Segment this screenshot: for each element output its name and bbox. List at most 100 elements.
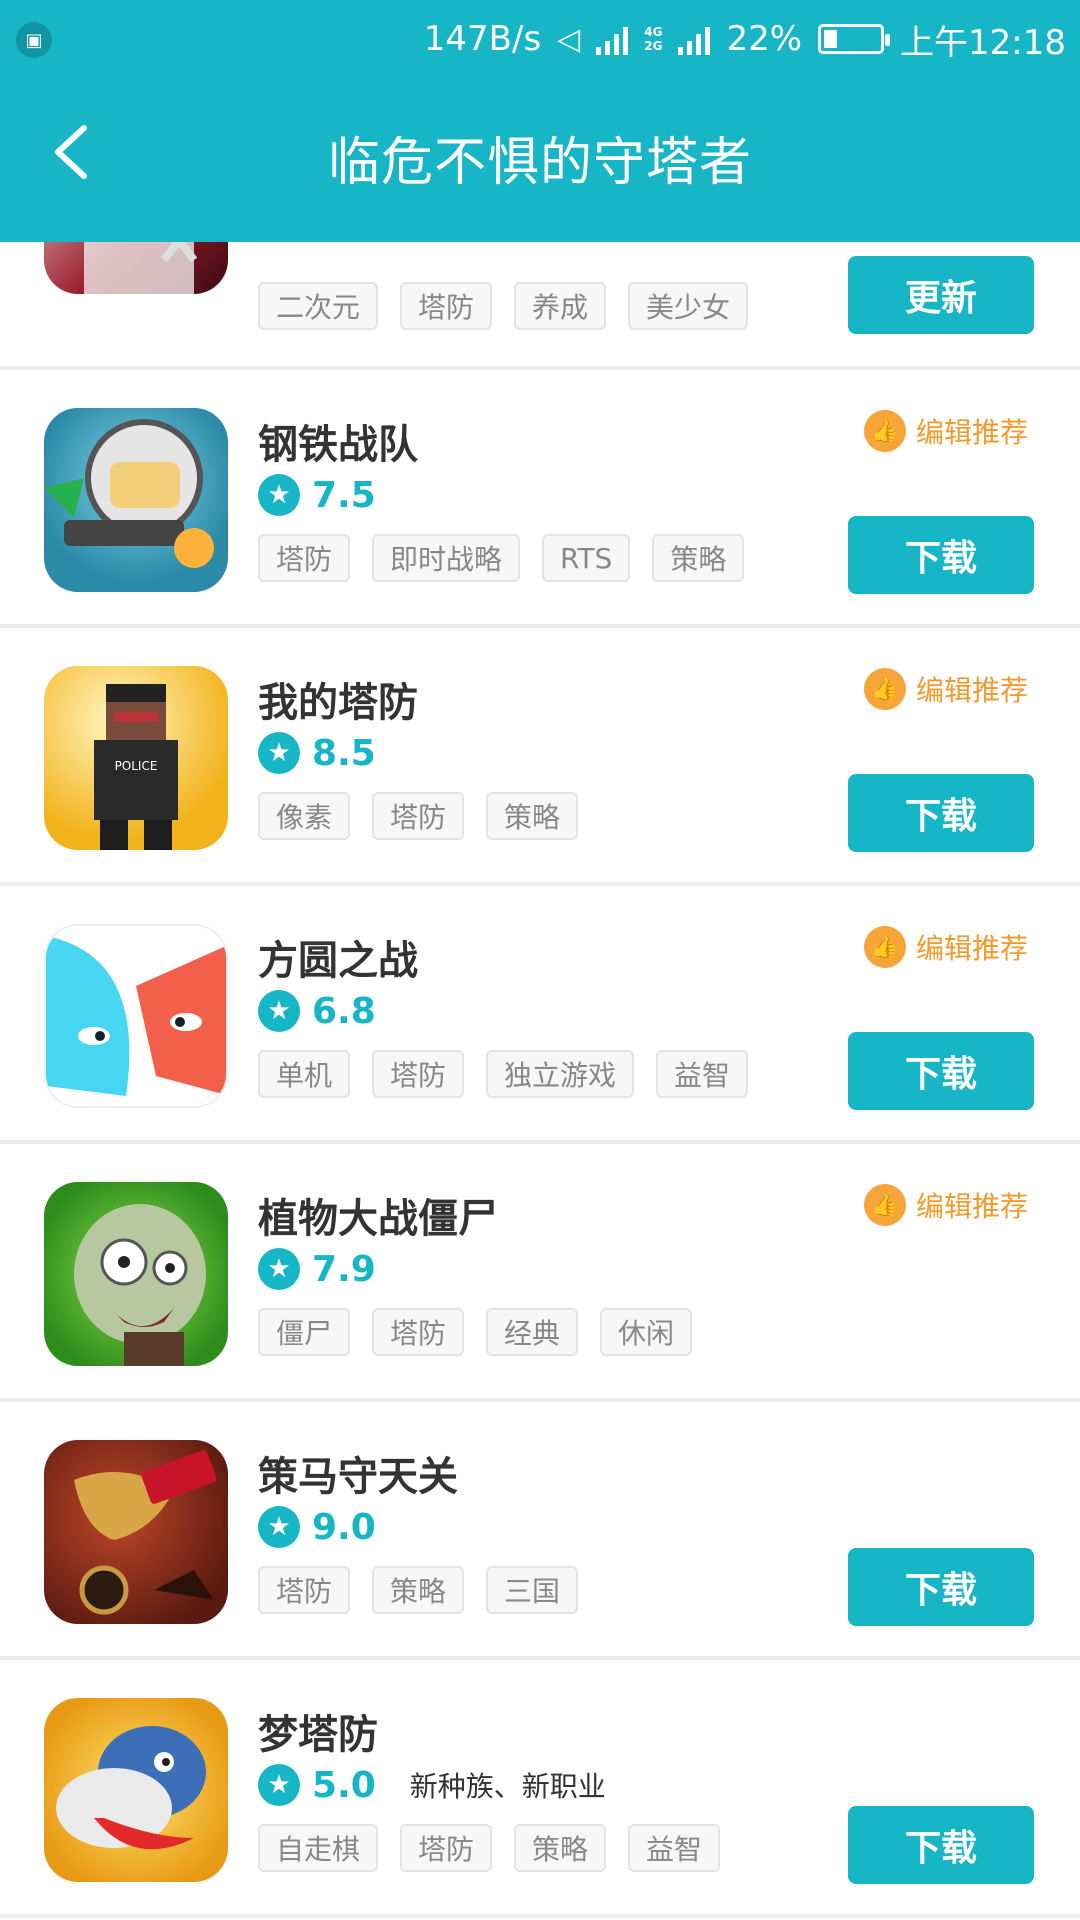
- app-list[interactable]: 二次元 塔防 养成 美少女 更新 钢铁战队 ★ 7.5 塔防 即时战略 RTS: [0, 110, 1080, 1918]
- tag[interactable]: 即时战略: [372, 534, 521, 582]
- rating: ★ 7.9: [258, 1248, 376, 1290]
- thumbs-up-icon: 👍: [863, 1184, 906, 1226]
- clock: 上午12:18: [900, 22, 1066, 63]
- tag[interactable]: 三国: [486, 1566, 579, 1614]
- tag[interactable]: 策略: [514, 1824, 607, 1872]
- tag-list: 单机 塔防 独立游戏 益智: [258, 1050, 749, 1098]
- app-icon[interactable]: [44, 408, 228, 592]
- tag[interactable]: 养成: [514, 282, 607, 330]
- rating: ★ 7.5: [258, 474, 376, 516]
- rating-score: 7.5: [312, 474, 376, 516]
- app-name[interactable]: 策马守天关: [258, 1444, 458, 1502]
- tag[interactable]: 塔防: [400, 282, 493, 330]
- app-name[interactable]: 钢铁战队: [258, 412, 418, 470]
- app-icon[interactable]: [44, 924, 228, 1108]
- tag[interactable]: 策略: [486, 792, 579, 840]
- status-bar: ▣ 147B/s ◁ 4G 2G 22% 上午12:18: [0, 0, 1080, 78]
- network-speed: 147B/s: [423, 19, 542, 59]
- tag[interactable]: 塔防: [400, 1824, 493, 1872]
- star-icon: ★: [258, 1248, 300, 1290]
- star-icon: ★: [258, 474, 300, 516]
- tag[interactable]: 策略: [652, 534, 745, 582]
- tag[interactable]: 僵尸: [258, 1308, 351, 1356]
- list-item[interactable]: 钢铁战队 ★ 7.5 塔防 即时战略 RTS 策略 👍 编辑推荐 下载: [0, 370, 1080, 628]
- rating-score: 6.8: [312, 990, 376, 1032]
- tag[interactable]: 单机: [258, 1050, 351, 1098]
- rating-score: 5.0: [312, 1764, 376, 1806]
- editor-pick-badge: 👍 编辑推荐: [863, 410, 1028, 452]
- tag-list: 塔防 即时战略 RTS 策略: [258, 534, 745, 582]
- tag[interactable]: 二次元: [258, 282, 379, 330]
- editor-pick-label: 编辑推荐: [915, 1190, 1028, 1223]
- star-icon: ★: [258, 732, 300, 774]
- star-icon: ★: [258, 1506, 300, 1548]
- page-title: 临危不惧的守塔者: [327, 133, 752, 193]
- tag[interactable]: 塔防: [372, 1050, 465, 1098]
- tag[interactable]: 塔防: [258, 534, 351, 582]
- app-icon[interactable]: [44, 1440, 228, 1624]
- app-description: 新种族、新职业: [409, 1770, 606, 1803]
- app-icon[interactable]: [44, 1182, 228, 1366]
- list-item[interactable]: 策马守天关 ★ 9.0 塔防 策略 三国 下载: [0, 1402, 1080, 1660]
- tag[interactable]: 益智: [628, 1824, 721, 1872]
- app-name[interactable]: 植物大战僵尸: [258, 1186, 498, 1244]
- editor-pick-label: 编辑推荐: [915, 674, 1028, 707]
- thumbs-up-icon: 👍: [863, 668, 906, 710]
- app-name[interactable]: 方圆之战: [258, 928, 418, 986]
- tag[interactable]: 自走棋: [258, 1824, 379, 1872]
- download-button[interactable]: 下载: [848, 774, 1034, 852]
- title-bar: 临危不惧的守塔者: [0, 90, 1080, 220]
- tag-list: 自走棋 塔防 策略 益智: [258, 1824, 721, 1872]
- app-header: ▣ 147B/s ◁ 4G 2G 22% 上午12:18 临危不惧的守塔者: [0, 0, 1080, 242]
- app-icon[interactable]: POLICE: [44, 666, 228, 850]
- battery-percent: 22%: [726, 19, 803, 59]
- tag[interactable]: 塔防: [372, 1308, 465, 1356]
- tag[interactable]: 休闲: [600, 1308, 693, 1356]
- rating-score: 7.9: [312, 1248, 376, 1290]
- tag[interactable]: 塔防: [258, 1566, 351, 1614]
- tag-list: 二次元 塔防 养成 美少女: [258, 282, 749, 330]
- app-name[interactable]: 我的塔防: [258, 670, 418, 728]
- rating: ★ 8.5: [258, 732, 376, 774]
- rating: ★ 6.8: [258, 990, 376, 1032]
- editor-pick-badge: 👍 编辑推荐: [863, 1184, 1028, 1226]
- tag[interactable]: 策略: [372, 1566, 465, 1614]
- tag[interactable]: 美少女: [628, 282, 749, 330]
- editor-pick-badge: 👍 编辑推荐: [863, 926, 1028, 968]
- tag[interactable]: 像素: [258, 792, 351, 840]
- update-button[interactable]: 更新: [848, 256, 1034, 334]
- tag-list: 塔防 策略 三国: [258, 1566, 579, 1614]
- list-item[interactable]: 梦塔防 ★ 5.0 新种族、新职业 自走棋 塔防 策略 益智 下载: [0, 1660, 1080, 1918]
- tag-list: 像素 塔防 策略: [258, 792, 579, 840]
- list-item[interactable]: 植物大战僵尸 ★ 7.9 僵尸 塔防 经典 休闲 👍 编辑推荐: [0, 1144, 1080, 1402]
- thumbs-up-icon: 👍: [863, 410, 906, 452]
- tag[interactable]: 塔防: [372, 792, 465, 840]
- mute-icon: ◁: [557, 21, 581, 57]
- network-type: 4G 2G: [644, 25, 663, 53]
- app-name[interactable]: 梦塔防: [258, 1702, 378, 1760]
- app-icon[interactable]: [44, 1698, 228, 1882]
- tag[interactable]: RTS: [542, 534, 631, 582]
- editor-pick-label: 编辑推荐: [915, 932, 1028, 965]
- star-icon: ★: [258, 1764, 300, 1806]
- editor-pick-label: 编辑推荐: [915, 416, 1028, 449]
- list-item[interactable]: 方圆之战 ★ 6.8 单机 塔防 独立游戏 益智 👍 编辑推荐 下载: [0, 886, 1080, 1144]
- tag[interactable]: 独立游戏: [486, 1050, 635, 1098]
- signal-icon-2: [678, 23, 711, 55]
- svg-text:POLICE: POLICE: [115, 759, 158, 773]
- download-button[interactable]: 下载: [848, 1032, 1034, 1110]
- download-button[interactable]: 下载: [848, 1548, 1034, 1626]
- download-button[interactable]: 下载: [848, 1806, 1034, 1884]
- download-button[interactable]: 下载: [848, 516, 1034, 594]
- tag[interactable]: 经典: [486, 1308, 579, 1356]
- editor-pick-badge: 👍 编辑推荐: [863, 668, 1028, 710]
- tag[interactable]: 益智: [656, 1050, 749, 1098]
- rating-score: 9.0: [312, 1506, 376, 1548]
- battery-icon: [818, 24, 891, 54]
- list-item[interactable]: POLICE 我的塔防 ★ 8.5 像素 塔防 策略 👍 编辑推荐 下载: [0, 628, 1080, 886]
- signal-icon: [596, 23, 629, 55]
- star-icon: ★: [258, 990, 300, 1032]
- screenshot-icon: ▣: [16, 22, 52, 58]
- thumbs-up-icon: 👍: [863, 926, 906, 968]
- rating-score: 8.5: [312, 732, 376, 774]
